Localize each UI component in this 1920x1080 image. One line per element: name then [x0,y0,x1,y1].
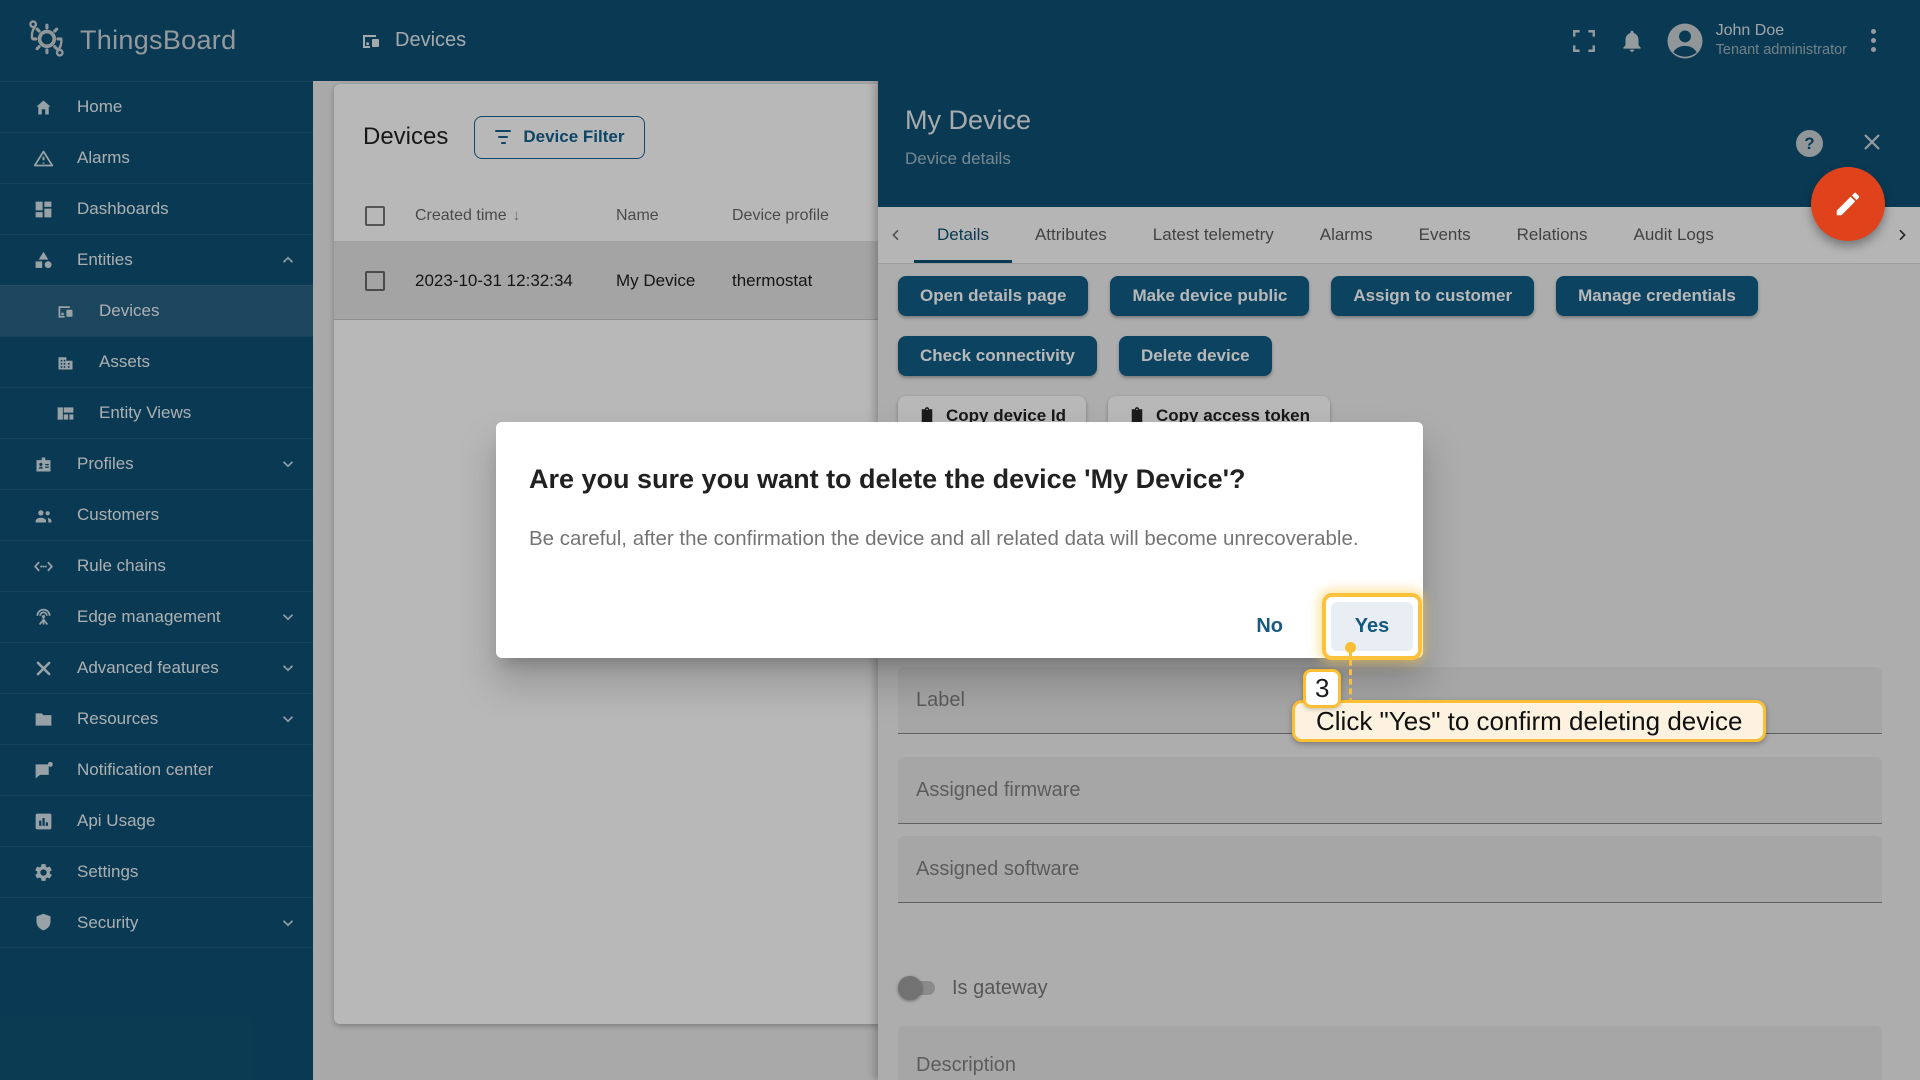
confirm-delete-dialog: Are you sure you want to delete the devi… [496,422,1423,658]
dialog-title: Are you sure you want to delete the devi… [529,464,1390,495]
dialog-body: Be careful, after the confirmation the d… [529,527,1390,551]
pencil-icon [1833,189,1863,219]
annotation-tooltip: Click "Yes" to confirm deleting device [1292,700,1766,742]
no-button[interactable]: No [1238,603,1301,650]
annotation-connector-line [1349,650,1352,704]
annotation-step-badge: 3 [1303,669,1341,708]
yes-button[interactable]: Yes [1331,602,1413,651]
edit-fab-button[interactable] [1811,167,1885,241]
